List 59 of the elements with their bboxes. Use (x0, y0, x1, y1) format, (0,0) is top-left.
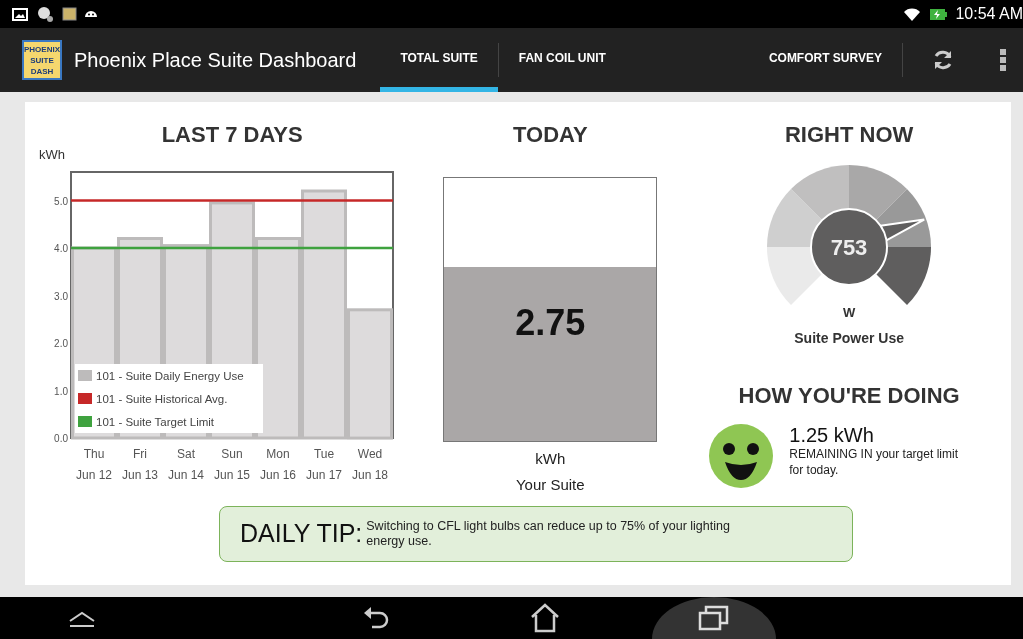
wifi-icon (903, 7, 922, 21)
tick-label: Jun 12 (76, 468, 112, 482)
section-title: TODAY (513, 121, 588, 149)
tick-label: Jun 13 (122, 468, 158, 482)
overflow-menu-icon (1000, 48, 1006, 73)
app-title: Phoenix Place Suite Dashboard (74, 48, 357, 73)
tick-label: Jun 15 (214, 468, 250, 482)
tick-label: 2.0 (54, 338, 68, 349)
section-title: LAST 7 DAYS (160, 121, 304, 149)
caption: Your Suite (515, 474, 585, 495)
status-time: 10:54 AM (955, 4, 1023, 24)
unit-label: W (843, 304, 856, 322)
tick-label: 0.0 (54, 433, 68, 444)
legend-label: 101 - Suite Daily Energy Use (96, 370, 244, 382)
section-title: RIGHT NOW (784, 121, 914, 149)
unit-label: kWh (535, 449, 566, 469)
tick-label: 1.0 (54, 385, 68, 397)
tick-label: Sat (177, 447, 195, 461)
tip-label: DAILY TIP: (240, 518, 363, 549)
legend-label: 101 - Suite Target Limit (96, 416, 215, 428)
gauge-needle (879, 218, 926, 242)
tip-text: Switching to CFL light bulbs can reduce up to 75% of your lighting energy use. (366, 518, 731, 549)
battery-icon (929, 7, 948, 21)
tick-label: Fri (133, 447, 147, 461)
legend-swatch (78, 393, 92, 404)
avatar-icon (36, 6, 54, 22)
tick-label: Jun 16 (260, 468, 296, 482)
tick-label: Jun 14 (168, 468, 204, 482)
tick-label: Jun 17 (306, 468, 342, 482)
legend-label: 101 - Suite Historical Avg. (96, 393, 228, 405)
image-icon (12, 7, 28, 21)
amount: 1.25 kWh (789, 423, 875, 446)
tick-label: Tue (313, 447, 335, 461)
tick-label: 5.0 (54, 195, 68, 207)
home-icon (529, 603, 561, 633)
axis-title: kWh (39, 147, 65, 162)
tick-label: Jun 18 (352, 468, 388, 482)
tick-label: 4.0 (54, 243, 68, 254)
tick-label: Wed (357, 447, 383, 461)
meter-value: 2.75 (514, 301, 587, 345)
smiley-icon (709, 423, 774, 488)
legend-swatch (78, 370, 92, 381)
tick-label: Sun (221, 447, 243, 461)
recent-apps-icon (698, 605, 730, 631)
caption: Suite Power Use (794, 328, 904, 348)
tick-label: 3.0 (54, 290, 68, 302)
android-icon (85, 11, 97, 17)
app-logo-icon (62, 7, 77, 21)
survey-tab[interactable]: COMFORT SURVEY (748, 28, 902, 92)
tick-label: Thu (83, 447, 105, 461)
tick-label: Mon (266, 447, 290, 461)
tab[interactable]: FAN COIL UNIT (498, 28, 626, 92)
section-title: HOW YOU'RE DOING (738, 381, 960, 410)
app-logo: PHOENIX SUITE DASH (22, 40, 62, 80)
message: REMAINING IN your target limit for today. (789, 445, 959, 478)
gauge-value: 753 (830, 235, 868, 260)
legend-swatch (78, 416, 92, 427)
chevron-up-icon (67, 609, 97, 628)
back-icon (362, 605, 390, 631)
